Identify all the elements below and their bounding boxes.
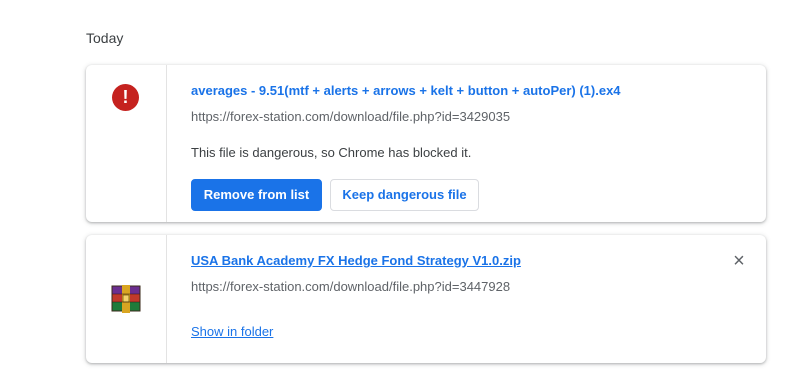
- download-content: USA Bank Academy FX Hedge Fond Strategy …: [191, 235, 766, 363]
- download-content: averages - 9.51(mtf + alerts + arrows + …: [191, 65, 766, 222]
- close-icon[interactable]: ×: [730, 251, 748, 271]
- file-name: averages - 9.51(mtf + alerts + arrows + …: [191, 83, 621, 98]
- download-item-zip: USA Bank Academy FX Hedge Fond Strategy …: [86, 235, 766, 363]
- winrar-archive-icon: [111, 285, 141, 313]
- file-name-link[interactable]: USA Bank Academy FX Hedge Fond Strategy …: [191, 253, 521, 268]
- keep-dangerous-file-button[interactable]: Keep dangerous file: [330, 179, 479, 211]
- file-icon-column: !: [86, 65, 167, 222]
- file-url: https://forex-station.com/download/file.…: [191, 109, 511, 124]
- download-item-dangerous: ! averages - 9.51(mtf + alerts + arrows …: [86, 65, 766, 222]
- file-url: https://forex-station.com/download/file.…: [191, 279, 511, 294]
- section-date: Today: [86, 30, 124, 46]
- danger-icon: !: [112, 84, 139, 111]
- file-icon-column: [86, 235, 167, 363]
- danger-warning-text: This file is dangerous, so Chrome has bl…: [191, 145, 472, 160]
- show-in-folder-link[interactable]: Show in folder: [191, 324, 273, 339]
- remove-from-list-button[interactable]: Remove from list: [191, 179, 322, 211]
